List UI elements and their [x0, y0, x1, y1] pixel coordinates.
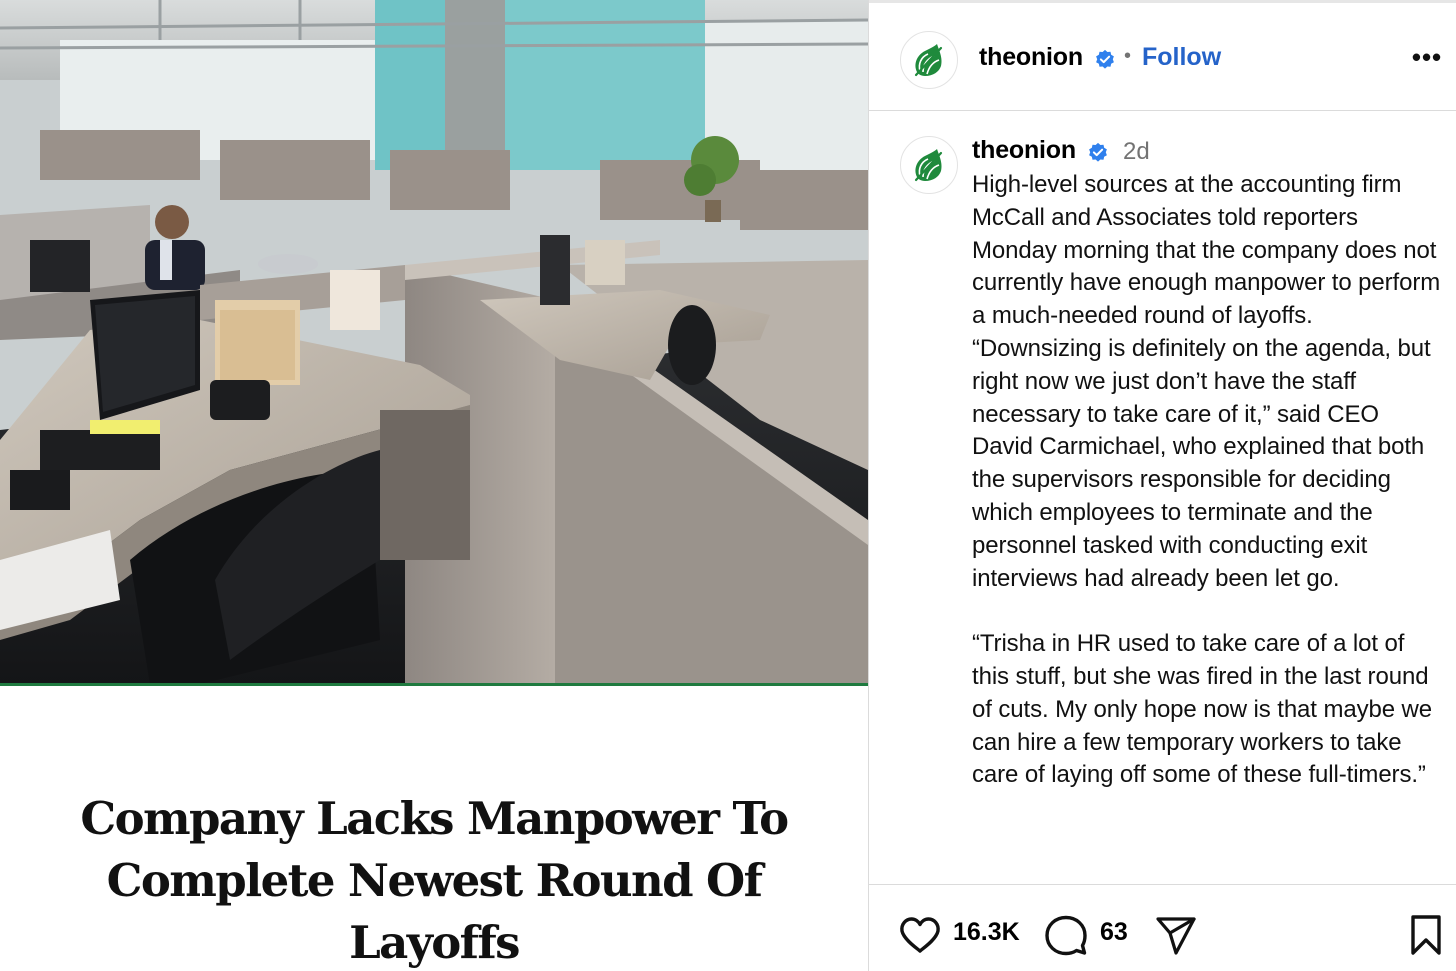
comment-bubble-icon[interactable]	[1044, 913, 1088, 957]
header-divider	[869, 110, 1456, 111]
account-handle[interactable]: theonion	[979, 43, 1083, 72]
headline-line-2: Complete Newest Round Of Layoffs	[106, 854, 763, 969]
caption-verified-badge-icon	[1089, 142, 1107, 162]
office-cubicles-photo	[0, 0, 868, 684]
image-divider	[0, 683, 868, 686]
like-count[interactable]: 16.3K	[953, 918, 1020, 947]
post-media[interactable]: Company Lacks Manpower To Complete Newes…	[0, 0, 868, 971]
caption-account-handle[interactable]: theonion	[972, 136, 1076, 165]
caption-paragraph: “Trisha in HR used to take care of a lot…	[972, 630, 1433, 789]
caption-paragraph: High-level sources at the accounting fir…	[972, 171, 1441, 592]
post-panel: theonion • Follow ••• theonion 2d High-l…	[869, 0, 1456, 971]
heart-icon[interactable]	[898, 913, 942, 957]
bookmark-icon[interactable]	[1404, 913, 1448, 957]
article-headline: Company Lacks Manpower To Complete Newes…	[20, 788, 848, 971]
header-separator: •	[1124, 45, 1132, 67]
post-caption: High-level sources at the accounting fir…	[972, 169, 1442, 792]
caption-onion-logo-icon[interactable]	[900, 136, 958, 194]
headline-line-1: Company Lacks Manpower To	[80, 792, 789, 845]
comment-count[interactable]: 63	[1100, 918, 1128, 947]
verified-badge-icon	[1096, 49, 1114, 69]
paper-plane-icon[interactable]	[1154, 913, 1198, 957]
action-bar: 16.3K 63	[869, 885, 1456, 971]
post-age[interactable]: 2d	[1123, 138, 1150, 166]
post-header: theonion • Follow •••	[869, 3, 1456, 113]
follow-button[interactable]: Follow	[1142, 43, 1221, 72]
post-caption-section: theonion 2d High-level sources at the ac…	[869, 112, 1456, 884]
more-options-icon[interactable]: •••	[1410, 44, 1444, 71]
onion-logo-icon[interactable]	[900, 31, 958, 89]
